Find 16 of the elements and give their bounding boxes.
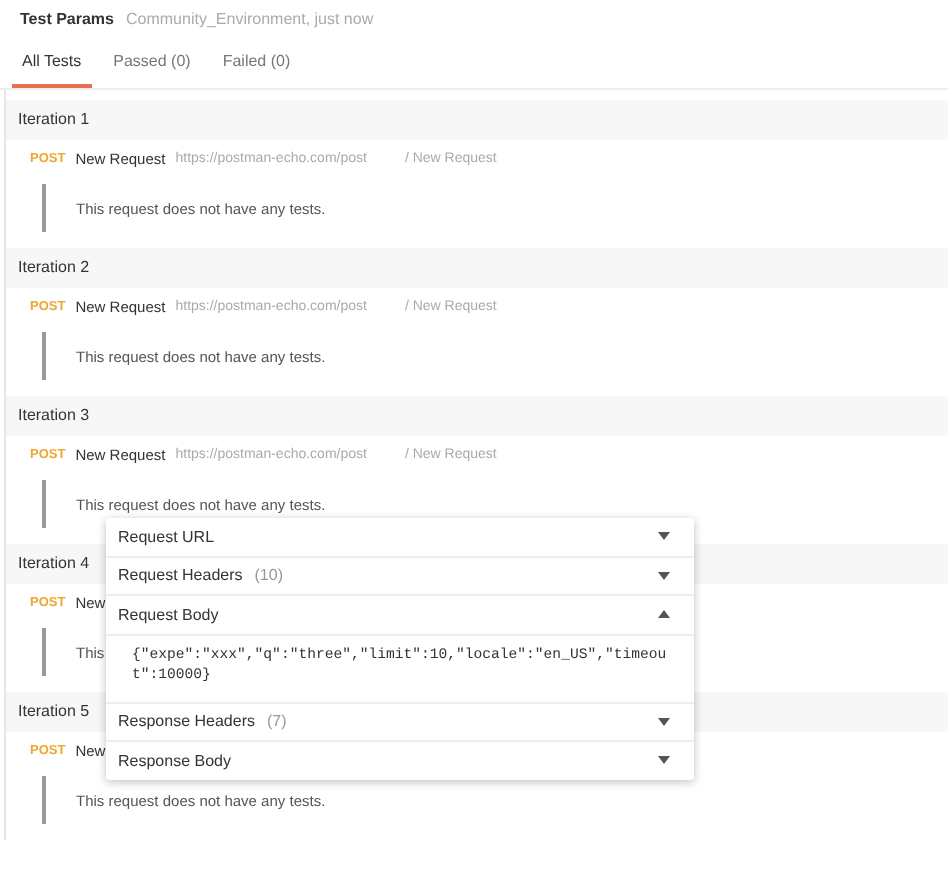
caret-icon <box>658 717 670 726</box>
filter-tab[interactable]: Failed (0) <box>212 36 301 88</box>
section-header[interactable]: Request Body <box>106 596 694 633</box>
run-subtitle: Community_Environment, just now <box>126 9 374 27</box>
iteration-header: Iteration 3 <box>6 396 948 436</box>
filter-tab[interactable]: All Tests <box>12 36 92 88</box>
iteration-header: Iteration 1 <box>6 100 948 140</box>
caret-icon <box>658 610 670 619</box>
filter-tab[interactable]: Passed (0) <box>103 36 201 88</box>
section-header[interactable]: Request Headers (10) <box>106 557 694 594</box>
section-header[interactable]: Response Headers (7) <box>106 703 694 740</box>
run-title: Test Params <box>20 9 114 27</box>
iteration-header: Iteration 2 <box>6 248 948 288</box>
section-header[interactable]: Response Body <box>106 742 694 779</box>
caret-icon <box>658 756 670 765</box>
caret-icon <box>658 571 670 580</box>
